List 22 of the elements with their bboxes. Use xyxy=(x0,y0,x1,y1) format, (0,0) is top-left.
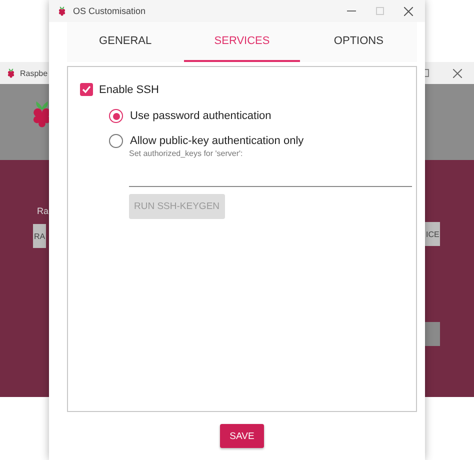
raspberry-icon xyxy=(6,68,16,78)
checkbox-label[interactable]: Enable SSH xyxy=(99,84,159,96)
field-label: Set authorized_keys for 'server': xyxy=(129,149,243,158)
radio-button[interactable] xyxy=(109,134,123,148)
button[interactable] xyxy=(424,322,440,346)
radio-button[interactable] xyxy=(109,109,123,123)
radio-label[interactable]: Use password authentication xyxy=(130,110,272,122)
tab[interactable]: GENERAL xyxy=(67,22,184,62)
minimize-icon[interactable] xyxy=(347,10,356,12)
tab[interactable]: OPTIONS xyxy=(300,22,418,62)
checkbox[interactable] xyxy=(80,83,93,96)
close-icon[interactable] xyxy=(404,6,413,16)
field-label: Ra xyxy=(37,206,49,216)
window-title: OS Customisation xyxy=(73,6,146,16)
close-icon[interactable] xyxy=(453,69,462,78)
window-title: Raspbe xyxy=(20,68,48,78)
tab[interactable]: SERVICES xyxy=(184,22,300,62)
dropdown-button[interactable]: RA xyxy=(33,224,46,248)
save-button[interactable]: SAVE xyxy=(220,424,264,448)
dropdown-button[interactable]: ICE xyxy=(425,222,440,246)
raspberry-icon xyxy=(57,6,67,16)
radio-label[interactable]: Allow public-key authentication only xyxy=(130,135,304,147)
